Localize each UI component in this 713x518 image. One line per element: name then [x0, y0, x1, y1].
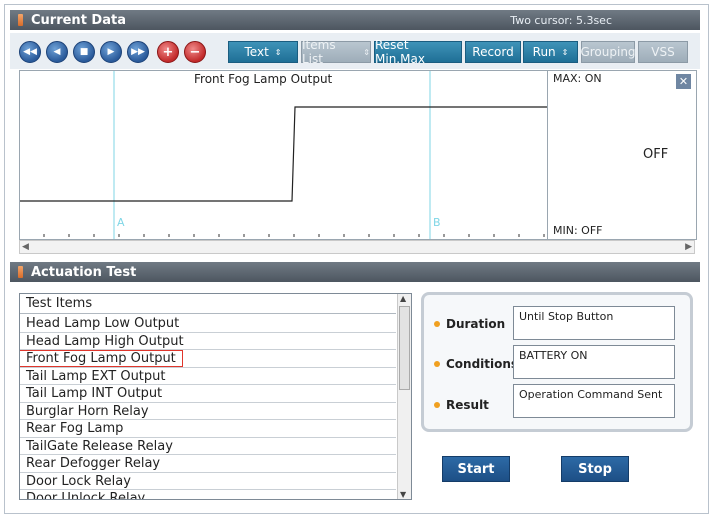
scroll-thumb[interactable] [399, 306, 410, 390]
grouping-button[interactable]: Grouping [580, 41, 636, 63]
fast-forward-button[interactable]: ▶▶ [127, 41, 149, 63]
actuation-test-header: Actuation Test [10, 262, 700, 282]
current-data-title: Current Data [31, 12, 126, 28]
step-back-button[interactable]: ◀ [46, 41, 68, 63]
duration-label: Duration [434, 317, 505, 331]
bullet-icon [434, 361, 440, 367]
list-item-label: TailGate Release Relay [26, 438, 173, 454]
list-item[interactable]: Head Lamp Low Output [20, 315, 396, 333]
list-item[interactable]: Tail Lamp INT Output [20, 385, 396, 403]
min-label: MIN: OFF [553, 224, 603, 237]
start-label: Start [457, 461, 495, 477]
list-item-label: Door Unlock Relay [26, 491, 146, 500]
record-label: Record [472, 45, 514, 59]
stop-button[interactable]: Stop [561, 456, 629, 482]
duration-value: Until Stop Button [513, 306, 675, 340]
list-item[interactable]: Front Fog Lamp Output [20, 350, 396, 368]
list-item-label: Burglar Horn Relay [26, 403, 149, 419]
cursor-a-label: A [117, 216, 125, 229]
text-mode-select[interactable]: Text ⇕ [228, 41, 298, 63]
rewind-icon: ◀◀ [23, 47, 37, 57]
rewind-button[interactable]: ◀◀ [19, 41, 41, 63]
add-button[interactable]: + [157, 41, 179, 63]
max-label: MAX: ON [553, 72, 602, 85]
close-icon[interactable]: ✕ [676, 74, 691, 89]
value-side-panel: MAX: ON OFF MIN: OFF ✕ [547, 71, 697, 239]
bullet-icon [434, 402, 440, 408]
stop-icon: ■ [79, 47, 89, 57]
list-item-label: Rear Fog Lamp [26, 421, 124, 436]
updown-icon: ⇕ [274, 47, 282, 57]
play-icon: ▶ [107, 47, 115, 57]
start-button[interactable]: Start [442, 456, 510, 482]
minus-icon: − [189, 44, 201, 60]
list-item[interactable]: TailGate Release Relay [20, 438, 396, 455]
fast-forward-icon: ▶▶ [131, 47, 145, 57]
cursor-b-label: B [433, 216, 441, 229]
grip-icon [18, 14, 23, 26]
result-value: Operation Command Sent [513, 384, 675, 418]
vss-button[interactable]: VSS [638, 41, 688, 63]
items-list-label: Items List [302, 38, 336, 66]
scroll-up-icon[interactable]: ▲ [400, 294, 406, 303]
list-item-label: Head Lamp Low Output [26, 316, 180, 331]
reset-label: Reset Min.Max [375, 38, 425, 66]
current-value: OFF [643, 147, 669, 162]
x-axis-ticks [43, 234, 545, 237]
back-icon: ◀ [53, 47, 61, 57]
conditions-value: BATTERY ON [513, 345, 675, 379]
items-list-select[interactable]: Items List ⇕ [301, 38, 371, 66]
conditions-label: Conditions [434, 357, 518, 371]
grouping-label: Grouping [580, 45, 636, 59]
list-item-label: Head Lamp High Output [26, 333, 184, 349]
text-mode-label: Text [244, 45, 269, 59]
remove-button[interactable]: − [184, 41, 206, 63]
stop-label: Stop [578, 461, 612, 477]
stop-playback-button[interactable]: ■ [73, 41, 95, 63]
list-item-label: Rear Defogger Relay [26, 456, 161, 471]
scroll-left-icon[interactable]: ◀ [22, 242, 29, 252]
grip-icon [18, 266, 23, 278]
result-label: Result [434, 398, 489, 412]
list-item[interactable]: Door Unlock Relay [20, 490, 396, 500]
chart-panel: A B Front Fog Lamp Output MAX: ON OFF MI… [19, 70, 697, 240]
play-button[interactable]: ▶ [100, 41, 122, 63]
scroll-down-icon[interactable]: ▼ [400, 490, 406, 499]
list-item-label: Front Fog Lamp Output [20, 350, 183, 367]
list-item[interactable]: Head Lamp High Output [20, 333, 396, 350]
run-select[interactable]: Run ⇕ [523, 41, 578, 63]
list-item[interactable]: Rear Defogger Relay [20, 455, 396, 473]
list-item[interactable]: Tail Lamp EXT Output [20, 368, 396, 385]
list-item[interactable]: Door Lock Relay [20, 473, 396, 490]
cursor-info: Two cursor: 5.3sec [510, 13, 612, 27]
list-header: Test Items [20, 294, 396, 314]
reset-minmax-button[interactable]: Reset Min.Max [374, 38, 462, 66]
current-data-header: Current Data Two cursor: 5.3sec [10, 10, 700, 30]
vss-label: VSS [651, 45, 675, 59]
updown-icon: ⇕ [561, 47, 569, 57]
plus-icon: + [162, 44, 174, 60]
record-button[interactable]: Record [465, 41, 521, 63]
list-item[interactable]: Burglar Horn Relay [20, 403, 396, 420]
chart-horizontal-scrollbar[interactable]: ◀ ▶ [19, 240, 695, 254]
test-items-list: Test Items Head Lamp Low Output Head Lamp… [19, 293, 412, 500]
updown-icon: ⇕ [363, 47, 370, 57]
toolbar: ◀◀ ◀ ■ ▶ ▶▶ + − Text ⇕ Items List ⇕ Reset … [10, 33, 700, 69]
actuation-test-title: Actuation Test [31, 264, 137, 280]
test-info-panel: Duration Until Stop Button Conditions BA… [421, 292, 693, 432]
scroll-right-icon[interactable]: ▶ [685, 242, 692, 252]
list-item-label: Tail Lamp EXT Output [26, 368, 166, 384]
run-label: Run [532, 45, 556, 59]
chart-plot: A B [20, 71, 547, 239]
chart-title: Front Fog Lamp Output [194, 72, 333, 86]
list-item-label: Door Lock Relay [26, 473, 131, 489]
signal-line [20, 106, 547, 202]
list-item[interactable]: Rear Fog Lamp [20, 420, 396, 438]
list-vertical-scrollbar[interactable]: ▲ ▼ [397, 294, 411, 499]
bullet-icon [434, 321, 440, 327]
list-item-label: Tail Lamp INT Output [26, 386, 163, 401]
